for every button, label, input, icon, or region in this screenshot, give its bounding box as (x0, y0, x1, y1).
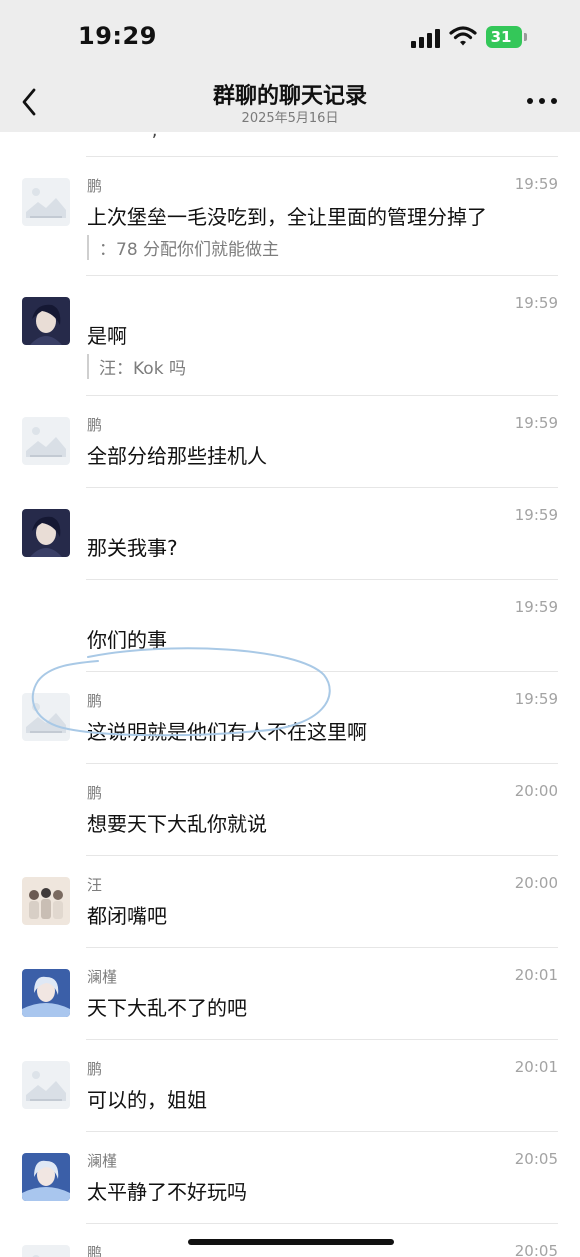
message-time: 19:59 (514, 414, 558, 432)
message-text: 都闭嘴吧 (87, 904, 167, 928)
sender-name: 澜槿 (87, 968, 118, 986)
anime-boy-avatar (22, 509, 70, 557)
placeholder-image-icon (22, 178, 70, 226)
chat-message[interactable]: 澜槿 20:05 太平静了不好玩吗 (0, 1132, 580, 1224)
sender-name: 汪 (87, 876, 103, 894)
anime-girl-avatar (22, 969, 70, 1017)
anime-girl-avatar (22, 1153, 70, 1201)
message-time: 20:00 (514, 874, 558, 892)
message-text: 全部分给那些挂机人 (87, 444, 267, 468)
message-text: 是啊 (87, 324, 127, 348)
battery-icon: 31 (486, 26, 527, 48)
message-text: 上次堡垒一毛没吃到，全让里面的管理分掉了 (87, 205, 487, 229)
chat-message[interactable]: 鹏 19:59 上次堡垒一毛没吃到，全让里面的管理分掉了 ：78 分配你们就能做… (0, 157, 580, 276)
message-text: 想要天下大乱你就说 (87, 812, 267, 836)
message-text: 可以的，姐姐 (87, 1088, 207, 1112)
cellular-signal-icon (411, 28, 441, 48)
status-time: 19:29 (78, 22, 157, 50)
message-time: 19:59 (514, 690, 558, 708)
message-time: 19:59 (514, 175, 558, 193)
placeholder-image-icon (22, 417, 70, 465)
page-date: 2025年5月16日 (241, 111, 339, 126)
placeholder-image-icon (22, 1245, 70, 1257)
sender-name: 鹏 (87, 416, 103, 434)
home-indicator[interactable] (188, 1239, 394, 1245)
chat-message[interactable]: 鹏 19:59 全部分给那些挂机人 (0, 396, 580, 488)
wifi-icon (449, 26, 477, 46)
sender-name: 鹏 (87, 1060, 103, 1078)
annotation-circle (31, 647, 331, 737)
more-options-icon[interactable] (525, 94, 559, 108)
chat-message[interactable]: 鹏 20:00 想要天下大乱你就说 (0, 764, 580, 856)
sender-name: 澜槿 (87, 1152, 118, 1170)
message-time: 20:00 (514, 782, 558, 800)
chat-message[interactable]: 19:59 那关我事? (0, 488, 580, 580)
message-text: 太平静了不好玩吗 (87, 1180, 247, 1204)
previous-message-fragment: ˙ , (137, 132, 157, 141)
message-time: 20:05 (514, 1242, 558, 1257)
battery-level: 31 (490, 28, 512, 46)
quoted-reply: 汪：Kok 吗 (87, 354, 186, 379)
sender-name: 鹏 (87, 1244, 103, 1257)
message-time: 20:01 (514, 966, 558, 984)
message-text: 那关我事? (87, 536, 178, 560)
anime-boy-avatar (22, 297, 70, 345)
message-time: 19:59 (514, 506, 558, 524)
chat-message[interactable]: 汪 20:00 都闭嘴吧 (0, 856, 580, 948)
sender-name: 鹏 (87, 784, 103, 802)
message-time: 19:59 (514, 598, 558, 616)
message-text: 天下大乱不了的吧 (87, 996, 247, 1020)
quoted-reply: ：78 分配你们就能做主 (87, 235, 279, 260)
message-time: 20:01 (514, 1058, 558, 1076)
group-photo-avatar (22, 877, 70, 925)
chat-message[interactable]: 鹏 20:01 可以的，姐姐 (0, 1040, 580, 1132)
message-time: 20:05 (514, 1150, 558, 1168)
placeholder-image-icon (22, 1061, 70, 1109)
message-time: 19:59 (514, 294, 558, 312)
page-title: 群聊的聊天记录 (212, 84, 367, 109)
chat-message[interactable]: 19:59 是啊 汪：Kok 吗 (0, 276, 580, 396)
sender-name: 鹏 (87, 177, 103, 195)
top-bar: 19:29 31 群聊的聊天记录 2025年5月16日 (0, 0, 580, 132)
chat-message[interactable]: 澜槿 20:01 天下大乱不了的吧 (0, 948, 580, 1040)
